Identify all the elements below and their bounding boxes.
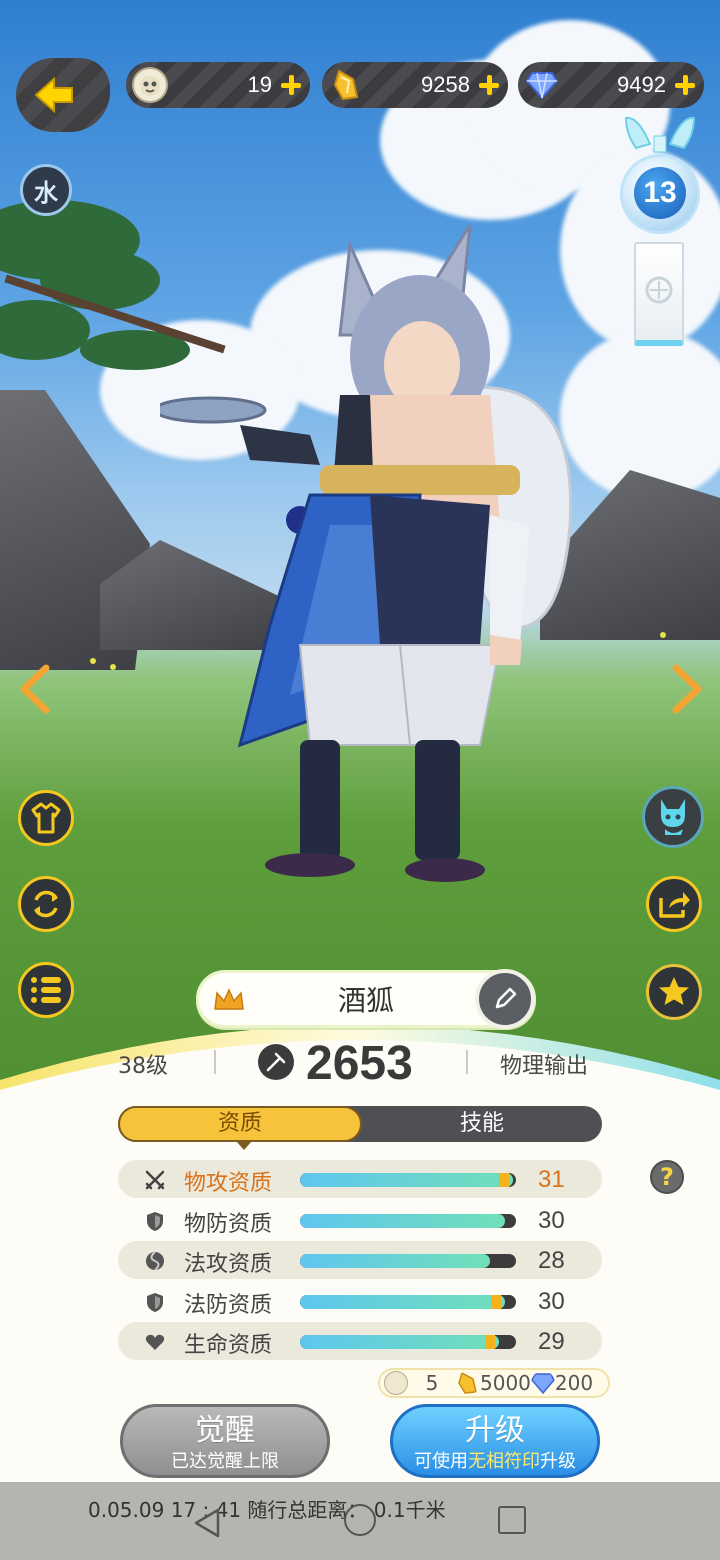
next-hero-arrow-icon[interactable] <box>666 664 706 714</box>
cost-diamond: 200 <box>554 1371 594 1395</box>
upgrade-sub-prefix: 可使用 <box>414 1451 468 1472</box>
tab-skills[interactable]: 技能 <box>362 1106 602 1142</box>
stat-row: 物防资质 30 <box>118 1201 602 1239</box>
beast-face-icon <box>132 67 168 103</box>
upgrade-button-sublabel: 可使用无相符印升级 <box>393 1451 597 1473</box>
photo-watermark: 0.05.09 17 : 41 随行总距离： 0.1千米 <box>88 1498 446 1522</box>
help-button[interactable]: ? <box>650 1160 684 1194</box>
prev-hero-arrow-icon[interactable] <box>16 664 56 714</box>
gold-shard-icon <box>458 1371 477 1394</box>
element-water-badge[interactable]: 水 <box>20 164 72 216</box>
upgrade-button-label: 升级 <box>465 1413 525 1448</box>
hero-name: 酒狐 <box>337 984 394 1017</box>
currency-gold: 9258 <box>322 62 508 108</box>
add-diamond-icon[interactable] <box>674 74 696 96</box>
combat-power-value: 2653 <box>306 1037 413 1090</box>
awaken-button-sublabel: 已达觉醒上限 <box>171 1451 279 1472</box>
back-button[interactable] <box>16 58 110 132</box>
stat-bar <box>300 1213 516 1228</box>
diamond-icon <box>531 1373 555 1395</box>
hero-tabs: 资质 技能 <box>118 1106 602 1150</box>
star-icon <box>659 977 689 1005</box>
stat-bar <box>300 1254 516 1268</box>
cost-token: 5 <box>425 1371 439 1395</box>
currency-gold-value: 9258 <box>421 72 470 97</box>
stat-value: 30 <box>538 1206 565 1234</box>
shield-icon <box>147 1292 163 1312</box>
beast-face-icon <box>384 1371 408 1395</box>
hero-name-plate: 酒狐 <box>196 969 536 1029</box>
rename-button[interactable] <box>475 969 535 1029</box>
stat-bar <box>300 1173 516 1187</box>
currency-diamond: 9492 <box>518 62 704 108</box>
stat-row: 物攻资质 31 <box>118 1160 602 1198</box>
stat-name: 法防资质 <box>184 1292 273 1318</box>
system-home-icon[interactable] <box>344 1504 376 1536</box>
system-back-icon[interactable] <box>190 1506 224 1540</box>
orb-paper-tag <box>634 242 684 346</box>
stat-value: 29 <box>538 1328 565 1355</box>
upgrade-cost: 5 5000 200 <box>378 1368 610 1398</box>
awaken-button[interactable]: 觉醒 已达觉醒上限 <box>120 1404 330 1478</box>
stat-name: 生命资质 <box>184 1333 273 1358</box>
stat-name: 物防资质 <box>184 1211 273 1237</box>
stat-value: 28 <box>538 1247 565 1274</box>
orb-ears-icon <box>624 116 696 153</box>
share-button[interactable] <box>646 876 702 932</box>
hero-role: 物理输出 <box>500 1054 589 1079</box>
rotate-button[interactable] <box>18 876 74 932</box>
heart-icon <box>145 1334 165 1350</box>
add-gold-icon[interactable] <box>478 74 500 96</box>
tab-aptitude[interactable]: 资质 <box>118 1106 362 1150</box>
awaken-button-label: 觉醒 <box>195 1413 255 1448</box>
divider <box>214 1050 216 1074</box>
hero-character-model <box>160 225 573 882</box>
diamond-icon <box>524 67 560 103</box>
hero-summary-row: 38级 2653 物理输出 <box>0 1036 720 1092</box>
upgrade-button[interactable]: 升级 可使用无相符印升级 <box>390 1404 600 1478</box>
stat-name: 物攻资质 <box>184 1171 273 1196</box>
crossed-swords-icon <box>145 1170 165 1190</box>
crown-icon <box>214 988 244 1010</box>
spirit-pet-icon <box>661 799 685 835</box>
upgrade-sub-suffix: 升级 <box>540 1451 576 1472</box>
stat-bar <box>300 1335 516 1349</box>
tag-pattern-icon <box>645 276 673 304</box>
outfit-button[interactable] <box>18 790 74 846</box>
divider <box>466 1050 468 1074</box>
gold-shard-icon <box>328 67 364 103</box>
stat-value: 31 <box>538 1166 565 1193</box>
currency-token: 19 <box>126 62 310 108</box>
orb-level-number: 13 <box>634 167 686 219</box>
stat-value: 30 <box>538 1287 565 1315</box>
stat-row: 法防资质 30 <box>118 1282 602 1320</box>
back-arrow-icon <box>34 76 73 114</box>
pencil-icon <box>495 987 517 1009</box>
upgrade-sub-item: 无相符印 <box>468 1451 540 1472</box>
rotate-icon <box>34 890 58 918</box>
add-token-icon[interactable] <box>280 74 302 96</box>
shield-icon <box>147 1211 163 1231</box>
currency-token-value: 19 <box>247 72 272 97</box>
list-icon <box>31 977 61 1003</box>
shirt-icon <box>31 802 61 834</box>
orb-icon <box>146 1251 164 1271</box>
stat-name: 法攻资质 <box>184 1252 273 1277</box>
aptitude-list: 物攻资质 31 物防资质 30 法攻资质 28 法防资质 30 生命资质 29 <box>118 1160 602 1363</box>
level-orb[interactable]: 13 <box>616 114 704 350</box>
combat-power-icon <box>258 1044 294 1080</box>
stat-row: 法攻资质 28 <box>118 1241 602 1279</box>
cost-gold: 5000 <box>480 1371 531 1395</box>
share-icon <box>659 892 690 918</box>
stat-bar <box>300 1294 516 1309</box>
system-recent-apps-icon[interactable] <box>498 1506 526 1534</box>
stat-row: 生命资质 29 <box>118 1322 602 1360</box>
hero-level: 38级 <box>118 1054 168 1079</box>
pet-companion-button[interactable] <box>642 786 704 848</box>
currency-diamond-value: 9492 <box>617 72 666 97</box>
